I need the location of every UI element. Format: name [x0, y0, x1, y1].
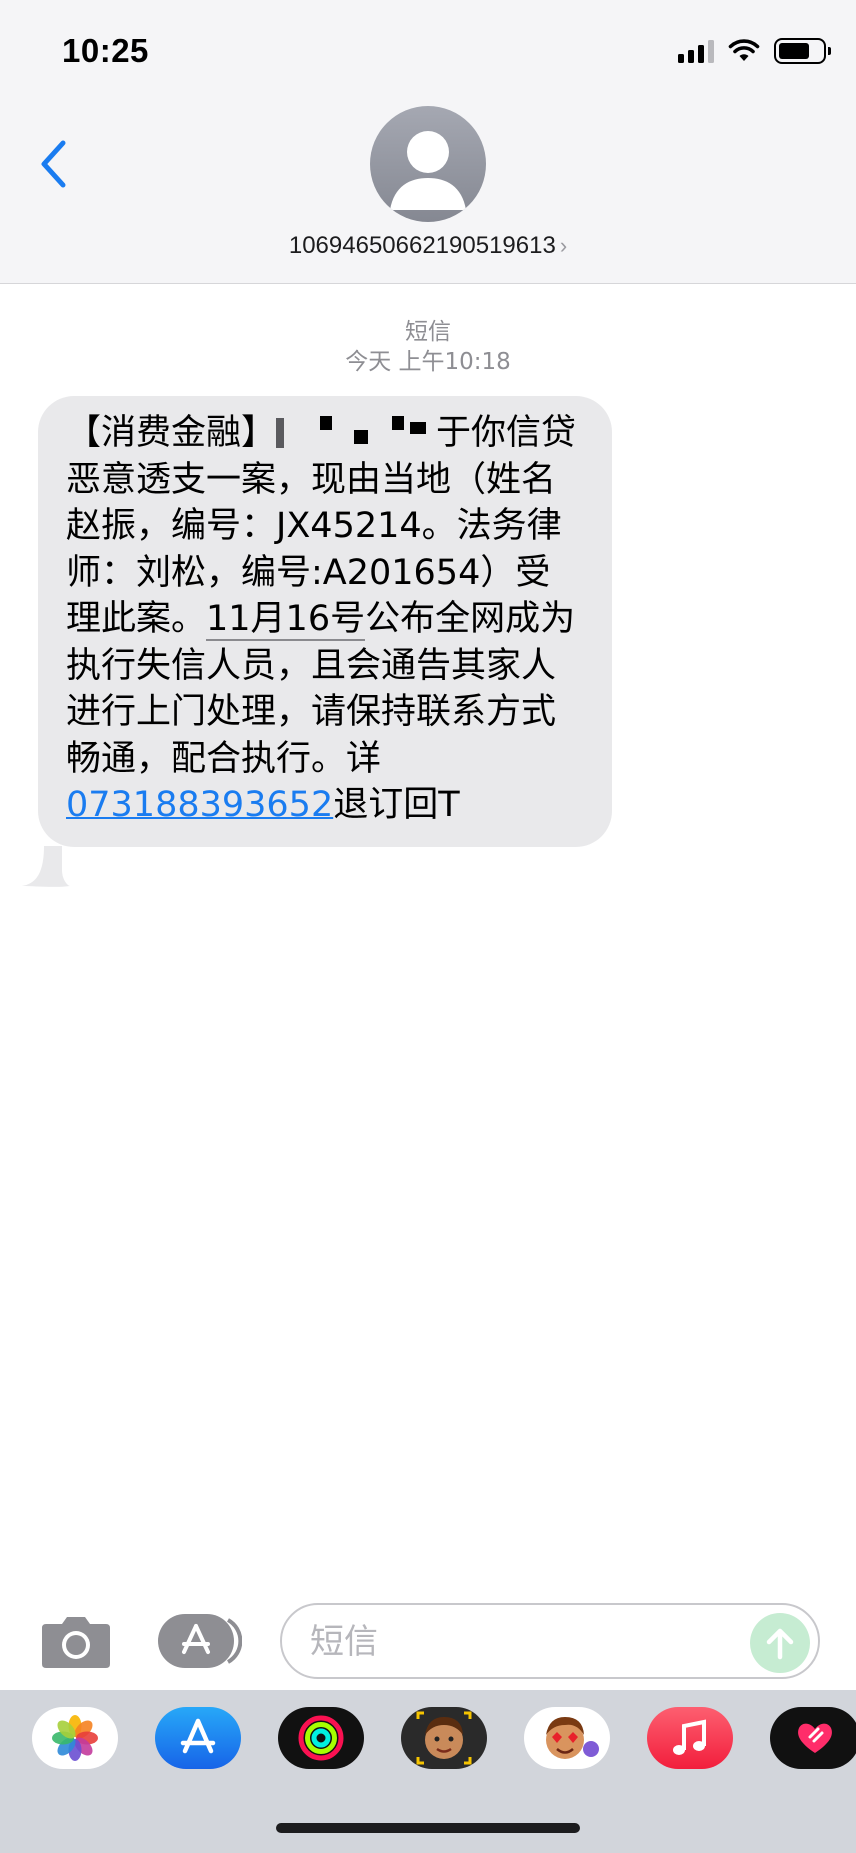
- apps-button[interactable]: [158, 1612, 243, 1670]
- animoji-app-icon[interactable]: [524, 1707, 610, 1769]
- person-silhouette-icon: [390, 131, 466, 210]
- message-suffix: 退订回T: [333, 785, 460, 825]
- photos-app-icon[interactable]: [32, 1707, 118, 1769]
- contact-chevron-icon: ›: [559, 233, 568, 258]
- music-app-icon[interactable]: [647, 1707, 733, 1769]
- memoji-app-icon[interactable]: [401, 1707, 487, 1769]
- arrow-up-icon: [766, 1628, 794, 1660]
- message-input[interactable]: [310, 1615, 730, 1669]
- camera-icon: [42, 1617, 110, 1668]
- back-button[interactable]: [30, 134, 76, 194]
- redacted-region: [276, 412, 436, 452]
- digital-touch-app-icon[interactable]: [770, 1707, 856, 1769]
- chevron-left-icon: [41, 140, 66, 188]
- wifi-icon: [728, 39, 760, 61]
- date-link[interactable]: 11月16号: [206, 599, 366, 641]
- message-input-container[interactable]: [280, 1603, 820, 1679]
- activity-app-icon[interactable]: [278, 1707, 364, 1769]
- app-store-app-icon[interactable]: [155, 1707, 241, 1769]
- battery-icon: [774, 38, 831, 64]
- phone-number-link[interactable]: 073188393652: [66, 785, 333, 825]
- message-timestamp: 今天 上午10:18: [345, 349, 511, 375]
- status-time: 10:25: [62, 32, 149, 69]
- conversation-header: 10:25 10694650662190519613 ›: [0, 0, 856, 284]
- message-type-label: 短信: [405, 319, 451, 345]
- home-indicator[interactable]: [276, 1823, 580, 1833]
- incoming-message-bubble[interactable]: 【消费金融】 于你信贷恶意透支一案，现由当地（姓名赵振，编号：JX45214。法务…: [38, 396, 612, 847]
- app-store-icon: [158, 1614, 243, 1668]
- cellular-signal-icon: [678, 39, 714, 63]
- message-prefix: 【消费金融】: [66, 413, 277, 453]
- contact-name-row[interactable]: 10694650662190519613 ›: [0, 232, 856, 260]
- send-button[interactable]: [750, 1613, 810, 1673]
- contact-avatar[interactable]: [370, 106, 486, 222]
- bubble-tail: [22, 846, 70, 887]
- contact-number: 10694650662190519613: [288, 232, 556, 259]
- camera-button[interactable]: [40, 1614, 112, 1670]
- status-icons: [678, 38, 831, 64]
